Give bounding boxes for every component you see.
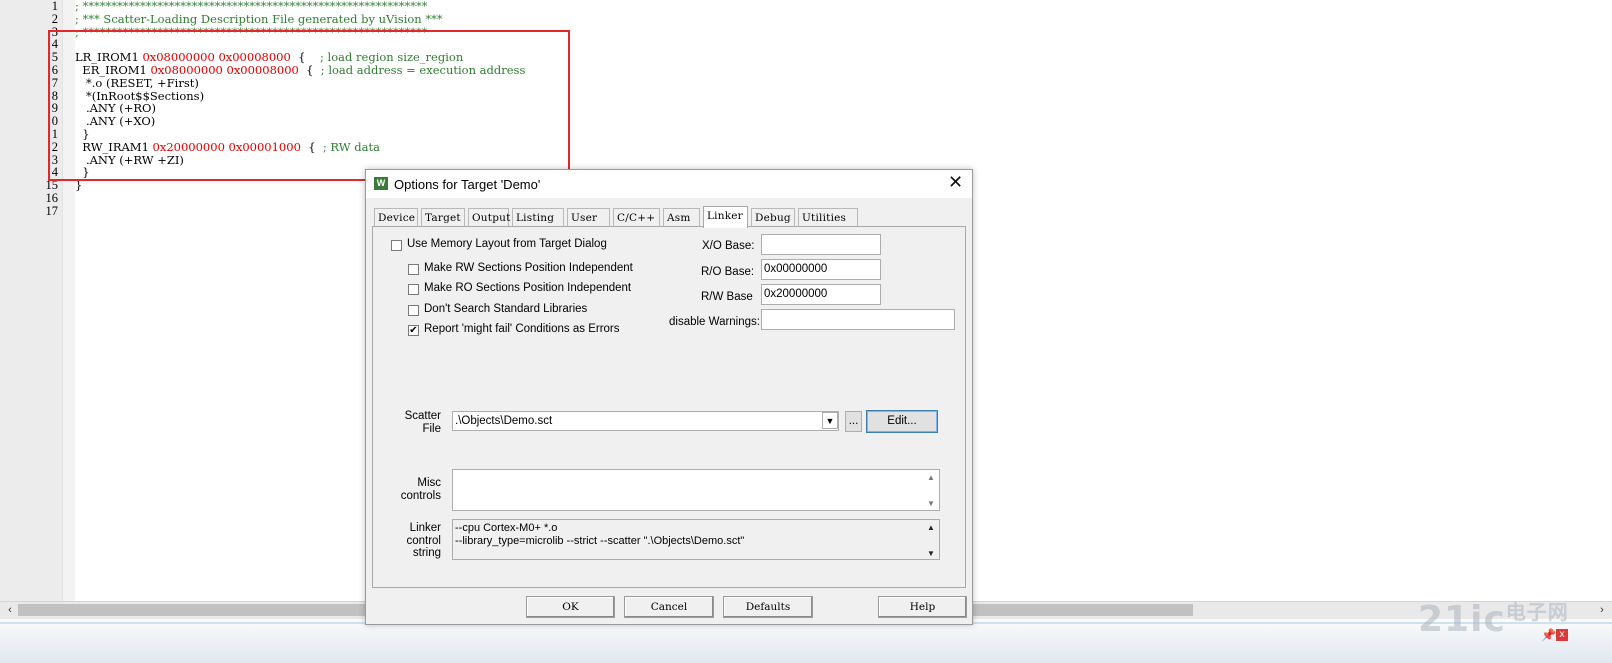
ro-position-independent-label: Make RO Sections Position Independent bbox=[424, 282, 632, 294]
line-number: 6 bbox=[51, 62, 58, 77]
code-token: { bbox=[300, 139, 323, 154]
linker-control-line1: --cpu Cortex-M0+ *.o bbox=[455, 522, 558, 534]
line-number: 2 bbox=[51, 11, 58, 26]
tab-asm[interactable]: Asm bbox=[663, 208, 700, 226]
rw-position-independent-checkbox[interactable] bbox=[408, 264, 419, 275]
line-number: 5 bbox=[51, 50, 58, 65]
tab-output[interactable]: Output bbox=[468, 208, 510, 226]
ro-position-independent-checkbox[interactable] bbox=[408, 284, 419, 295]
fold-margin bbox=[62, 0, 75, 612]
code-line: .ANY (+RW +ZI) bbox=[75, 152, 525, 167]
close-panel-icon[interactable]: x bbox=[1556, 629, 1568, 641]
code-line: ; **************************************… bbox=[75, 24, 525, 39]
ok-button[interactable]: OK bbox=[526, 596, 615, 618]
rw-base-input[interactable]: 0x20000000 bbox=[761, 284, 881, 305]
line-number: 17 bbox=[45, 203, 59, 218]
linker-control-line2: --library_type=microlib --strict --scatt… bbox=[455, 535, 745, 547]
tab-linker[interactable]: Linker bbox=[703, 206, 748, 228]
rw-position-independent-label: Make RW Sections Position Independent bbox=[424, 262, 633, 274]
dont-search-libs-label: Don't Search Standard Libraries bbox=[424, 303, 588, 315]
dont-search-libs-checkbox[interactable] bbox=[408, 305, 419, 316]
tab-utilities[interactable]: Utilities bbox=[798, 208, 858, 226]
scroll-left-icon[interactable]: ‹ bbox=[2, 602, 18, 618]
cancel-button[interactable]: Cancel bbox=[624, 596, 714, 618]
status-bar bbox=[0, 619, 1612, 663]
watermark-sub: 电子网 bbox=[1505, 600, 1569, 624]
defaults-button[interactable]: Defaults bbox=[723, 596, 813, 618]
tab-debug[interactable]: Debug bbox=[751, 208, 795, 226]
line-number: 16 bbox=[45, 190, 59, 205]
options-dialog: W Options for Target 'Demo' ✕ Device Targ… bbox=[365, 169, 973, 625]
code-line: .ANY (+XO) bbox=[75, 115, 525, 128]
hex-literal: 0x00008000 bbox=[226, 62, 299, 77]
line-number-gutter: 1 2 3 4 5 6 7 8 9 0 1 2 3 4 15 16 17 bbox=[0, 0, 62, 612]
report-might-fail-checkbox[interactable]: ✔ bbox=[408, 325, 419, 336]
code-comment: ; RW data bbox=[322, 139, 380, 154]
use-memory-layout-checkbox[interactable] bbox=[391, 240, 402, 251]
xo-base-label: X/O Base: bbox=[702, 240, 755, 252]
ro-base-input[interactable]: 0x00000000 bbox=[761, 259, 881, 280]
line-number: 7 bbox=[51, 75, 58, 90]
misc-controls-label-line1: Misc bbox=[417, 477, 441, 489]
linker-control-label-line2: control bbox=[406, 534, 441, 547]
line-number: 4 bbox=[51, 37, 58, 52]
line-number: 8 bbox=[51, 88, 58, 103]
misc-controls-label-line2: controls bbox=[400, 489, 441, 502]
hex-literal: 0x00001000 bbox=[228, 139, 301, 154]
report-might-fail-label: Report 'might fail' Conditions as Errors bbox=[424, 323, 620, 335]
line-number: 3 bbox=[51, 152, 58, 167]
browse-scatter-button[interactable]: ... bbox=[845, 411, 862, 432]
keil-app-icon: W bbox=[374, 177, 388, 190]
linker-control-label: Linker control string bbox=[393, 522, 441, 560]
help-button[interactable]: Help bbox=[878, 596, 967, 618]
linker-control-scrollbar[interactable]: ▲ ▼ bbox=[924, 521, 938, 560]
misc-controls-label: Misc controls bbox=[393, 477, 441, 502]
linker-control-label-line1: Linker bbox=[409, 522, 441, 534]
edit-scatter-button[interactable]: Edit... bbox=[866, 410, 938, 433]
code-token: { bbox=[298, 62, 321, 77]
xo-base-input[interactable] bbox=[761, 234, 881, 255]
tab-target[interactable]: Target bbox=[421, 208, 465, 226]
tab-user[interactable]: User bbox=[567, 208, 610, 226]
line-number: 1 bbox=[51, 126, 58, 141]
dialog-title: Options for Target 'Demo' bbox=[394, 177, 541, 192]
code-token: } bbox=[75, 178, 83, 193]
dialog-body: Device Target Output Listing User C/C++ Asm Lin… bbox=[366, 198, 972, 624]
line-numbers: 1 2 3 4 5 6 7 8 9 0 1 2 3 4 15 16 17 bbox=[0, 0, 59, 218]
close-icon[interactable]: ✕ bbox=[948, 172, 963, 193]
watermark-main: 21ic bbox=[1418, 599, 1506, 640]
scroll-right-icon[interactable]: › bbox=[1594, 602, 1610, 618]
linker-tab-panel: Use Memory Layout from Target Dialog Mak… bbox=[372, 226, 966, 588]
misc-controls-textarea[interactable]: ▲ ▼ bbox=[452, 469, 940, 511]
scatter-file-label: Scatter File bbox=[401, 410, 441, 435]
line-number: 3 bbox=[51, 24, 58, 39]
chevron-down-icon[interactable]: ▼ bbox=[822, 412, 838, 429]
disable-warnings-label: disable Warnings: bbox=[669, 316, 760, 328]
linker-control-string[interactable]: --cpu Cortex-M0+ *.o --library_type=micr… bbox=[452, 519, 940, 560]
ro-base-label: R/O Base: bbox=[701, 266, 755, 278]
code-comment: ; **************************************… bbox=[75, 24, 428, 39]
code-comment: ; load address = execution address bbox=[320, 62, 526, 77]
disable-warnings-input[interactable] bbox=[761, 309, 955, 330]
code-token: .ANY (+RW +ZI) bbox=[75, 152, 184, 167]
line-number: 1 bbox=[51, 0, 58, 13]
misc-scrollbar[interactable]: ▲ ▼ bbox=[924, 471, 938, 510]
scatter-file-label-line1: Scatter bbox=[404, 410, 441, 422]
dialog-titlebar[interactable]: W Options for Target 'Demo' ✕ bbox=[366, 170, 972, 198]
pin-icon[interactable]: 📌 bbox=[1541, 628, 1556, 642]
scatter-file-select[interactable]: .\Objects\Demo.sct bbox=[452, 411, 839, 431]
tab-listing[interactable]: Listing bbox=[512, 208, 564, 226]
linker-control-label-line3: string bbox=[412, 547, 441, 559]
tab-cc[interactable]: C/C++ bbox=[613, 208, 660, 226]
line-number: 9 bbox=[51, 101, 58, 116]
scatter-file-label-line2: File bbox=[422, 422, 441, 435]
line-number: 0 bbox=[51, 114, 58, 129]
tab-device[interactable]: Device bbox=[374, 208, 418, 226]
rw-base-label: R/W Base bbox=[701, 291, 753, 303]
use-memory-layout-label: Use Memory Layout from Target Dialog bbox=[407, 238, 607, 250]
line-number: 2 bbox=[51, 139, 58, 154]
